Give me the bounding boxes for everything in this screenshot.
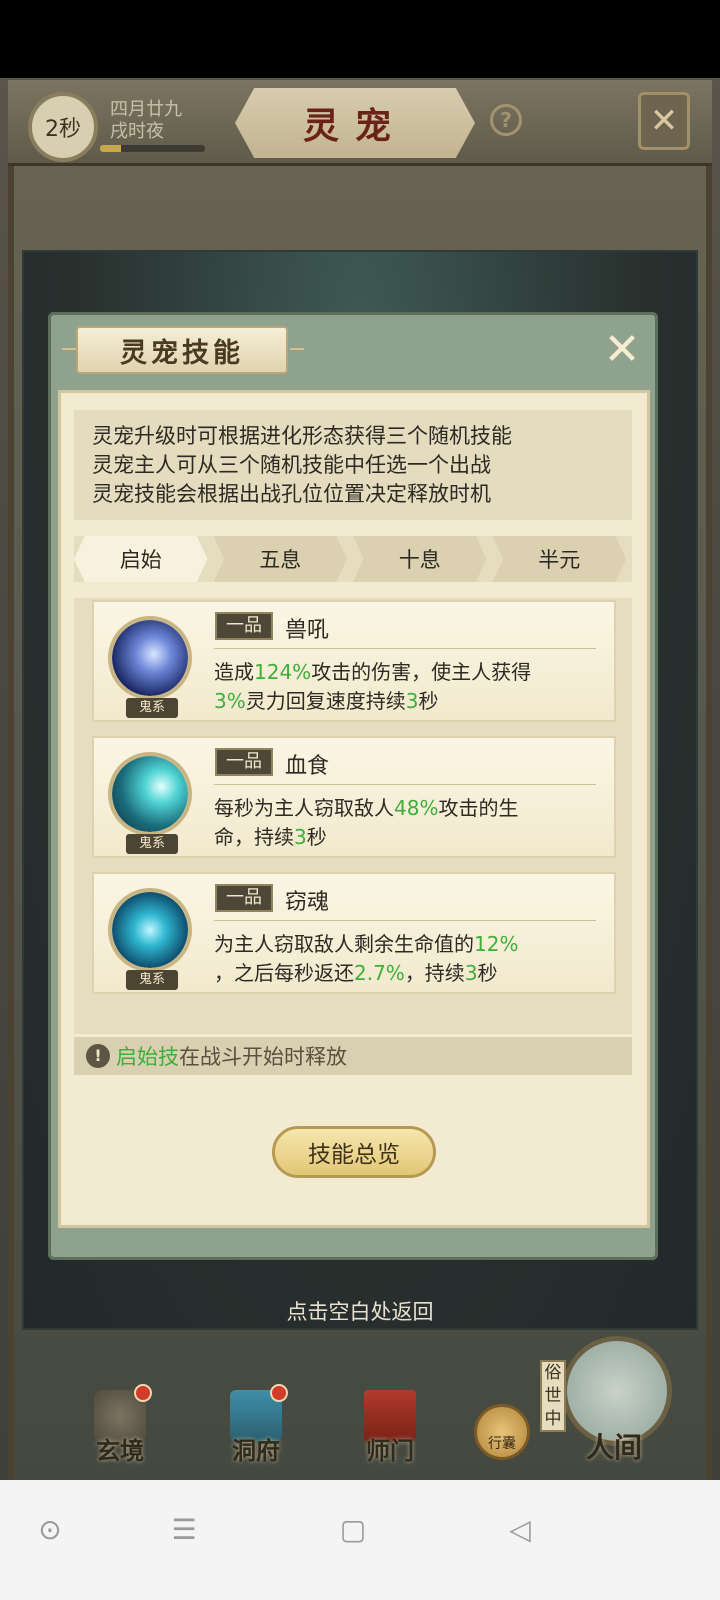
element-tag: 鬼系 [126,834,178,854]
page-close-icon[interactable]: ✕ [638,92,690,150]
notice-text: 在战斗开始时释放 [179,1045,347,1069]
skill-divider [214,648,596,649]
notice-highlight: 启始技 [116,1045,179,1069]
time-of-day: 戌时夜 [110,121,164,142]
skill-divider [214,784,596,785]
grade-badge: 一品 [215,612,273,640]
grade-badge: 一品 [215,884,273,912]
back-icon[interactable]: ◁ [500,1510,540,1550]
element-tag: 鬼系 [126,698,178,718]
skill-name: 窃魂 [285,890,330,915]
grade-badge: 一品 [215,748,273,776]
status-bar-area [0,0,720,78]
modal-title: 灵宠技能 [120,337,244,369]
tab-ten-breaths[interactable]: 十息 [353,536,487,582]
skill-effect-line: 造成124%攻击的伤害，使主人获得 [214,660,532,684]
help-icon[interactable]: ? [490,104,522,136]
description-line: 灵宠主人可从三个随机技能中任选一个出战 [92,453,491,477]
bag-icon[interactable]: 行囊 [474,1404,530,1460]
time-progress-fill [100,145,121,152]
nav-dongfu[interactable]: 洞府 [208,1384,304,1470]
description-line: 灵宠升级时可根据进化形态获得三个随机技能 [92,424,512,448]
skill-effect-line: 命，持续3秒 [214,825,327,849]
page-title: 灵宠 [302,105,407,147]
nav-label: 人间 [585,1431,642,1464]
exclamation-icon: ! [86,1044,110,1068]
secular-status-tag: 俗世中 [540,1360,566,1432]
plaque-ornament-left [62,348,76,350]
nav-label: 师门 [366,1436,414,1465]
notification-dot [270,1384,288,1402]
skill-description-box: 灵宠升级时可根据进化形态获得三个随机技能 灵宠主人可从三个随机技能中任选一个出战… [74,410,632,520]
nav-label: 洞府 [232,1436,280,1465]
timer-badge: 2秒 [28,92,98,162]
skill-icon-beast-roar[interactable] [108,616,192,700]
menu-icon[interactable]: ☰ [164,1510,204,1550]
tab-five-breaths[interactable]: 五息 [213,536,347,582]
skill-name: 兽吼 [285,618,330,643]
timing-tabs: 启始 五息 十息 半元 [74,536,632,582]
tab-start[interactable]: 启始 [74,536,208,582]
skill-effect-line: 每秒为主人窃取敌人48%攻击的生 [214,796,519,820]
assistant-icon[interactable]: ⊙ [30,1510,70,1550]
skill-overview-button[interactable]: 技能总览 [272,1126,436,1178]
game-screen: 2秒 四月廿九 戌时夜 灵宠 ? ✕ 灵宠技能 ✕ 灵宠升级时可根据进化形态获得… [0,0,720,1600]
skill-name: 血食 [285,754,330,779]
home-icon[interactable]: ▢ [333,1510,373,1550]
skill-divider [214,920,596,921]
element-tag: 鬼系 [126,970,178,990]
timing-notice: ! 启始技 在战斗开始时释放 [74,1037,632,1075]
nav-label: 玄境 [96,1436,144,1465]
skill-effect-line: ，之后每秒返还2.7%，持续3秒 [214,961,498,985]
skill-effect-line: 3%灵力回复速度持续3秒 [214,689,439,713]
modal-title-plaque: 灵宠技能 [76,326,288,374]
modal-close-icon[interactable]: ✕ [600,328,644,372]
notification-dot [134,1384,152,1402]
nav-world[interactable]: 人间 [566,1416,662,1470]
page-title-plaque: 灵宠 [235,88,475,158]
tap-blank-to-return-hint: 点击空白处返回 [286,1300,434,1324]
skill-effect-line: 为主人窃取敌人剩余生命值的12% [214,932,519,956]
tab-half-yuan[interactable]: 半元 [492,536,626,582]
description-line: 灵宠技能会根据出战孔位位置决定释放时机 [92,482,491,506]
skill-icon-blood-feast[interactable] [108,752,192,836]
skill-icon-soul-steal[interactable] [108,888,192,972]
nav-shimen[interactable]: 师门 [342,1390,438,1470]
plaque-ornament-right [290,348,304,350]
time-progress-bar [100,145,205,152]
nav-xuanjing[interactable]: 玄境 [72,1384,168,1470]
